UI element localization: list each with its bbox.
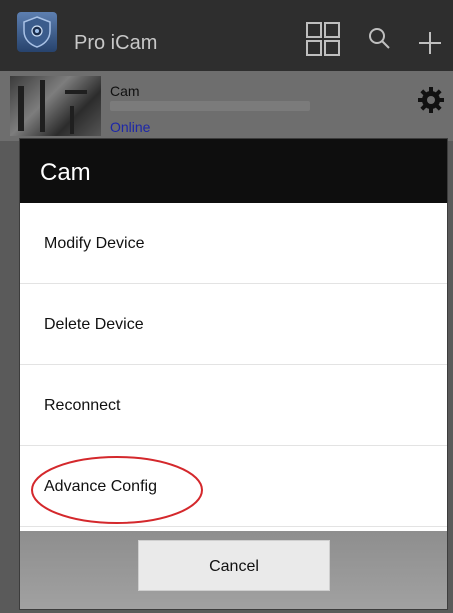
- menu-item-modify-device[interactable]: Modify Device: [20, 203, 447, 284]
- gear-icon[interactable]: [417, 86, 445, 114]
- dialog-footer: Cancel: [20, 531, 447, 609]
- app-bar: Pro iCam: [0, 0, 453, 71]
- dialog-title: Cam: [40, 159, 91, 186]
- app-screen: Pro iCam Cam Online Cam Modify Device De…: [0, 0, 453, 613]
- device-status: Online: [110, 119, 151, 135]
- device-id-obscured: [110, 101, 310, 111]
- cancel-label: Cancel: [209, 558, 259, 575]
- menu-item-advance-config[interactable]: Advance Config: [20, 446, 447, 527]
- grid-view-icon[interactable]: [306, 22, 340, 56]
- camera-thumbnail: [10, 76, 101, 136]
- app-title: Pro iCam: [74, 32, 158, 54]
- dialog-header: Cam: [20, 139, 447, 203]
- cancel-button[interactable]: Cancel: [138, 540, 330, 591]
- menu-item-label: Reconnect: [44, 397, 121, 414]
- device-options-dialog: Cam Modify Device Delete Device Reconnec…: [20, 139, 447, 609]
- device-name: Cam: [110, 83, 140, 99]
- search-icon[interactable]: [368, 27, 392, 51]
- plus-icon[interactable]: [417, 30, 443, 56]
- menu-item-label: Advance Config: [44, 478, 157, 495]
- device-list-item[interactable]: Cam Online: [0, 71, 453, 141]
- menu-item-delete-device[interactable]: Delete Device: [20, 284, 447, 365]
- menu-item-reconnect[interactable]: Reconnect: [20, 365, 447, 446]
- shield-logo-icon: [17, 12, 57, 52]
- menu-item-label: Modify Device: [44, 235, 145, 252]
- menu-item-label: Delete Device: [44, 316, 144, 333]
